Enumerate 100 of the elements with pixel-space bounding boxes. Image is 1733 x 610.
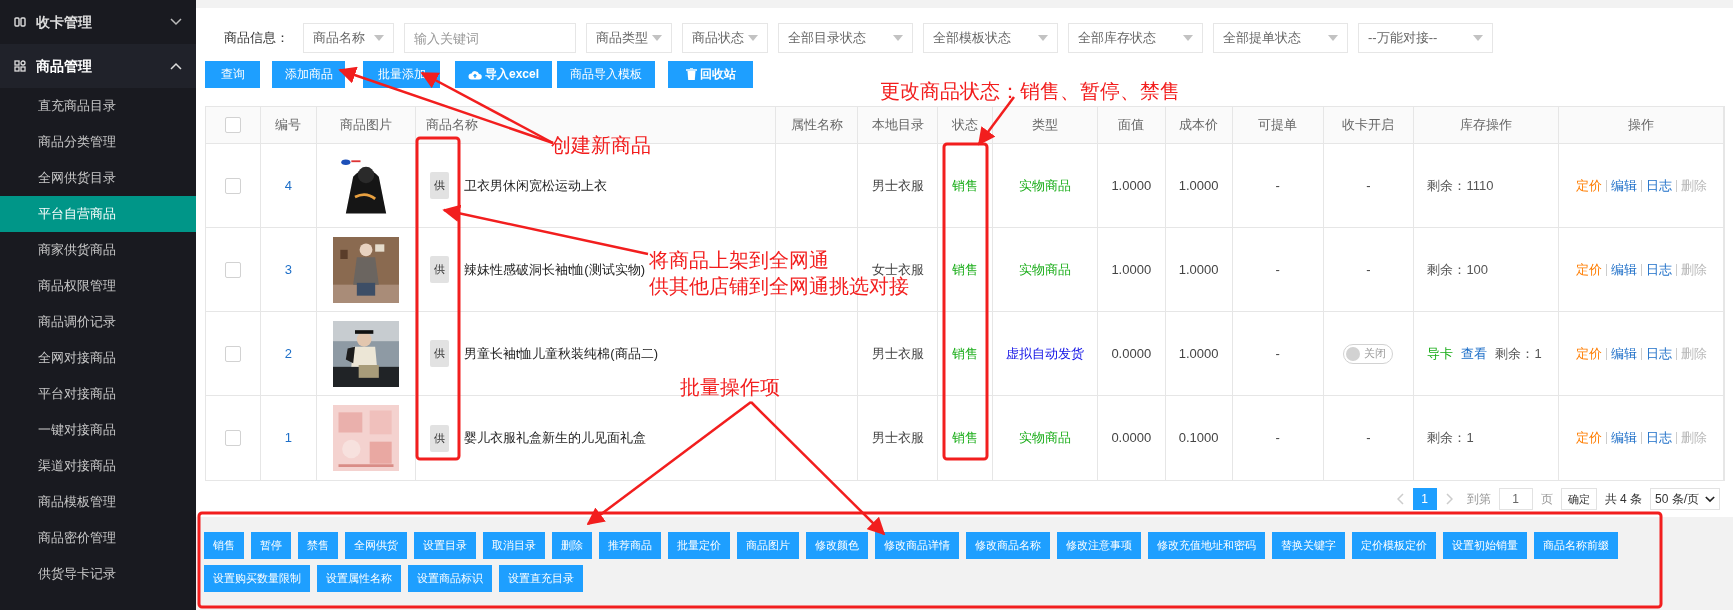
batch-button[interactable]: 修改商品名称 [966,532,1050,559]
action-link[interactable]: 删除 [1680,428,1707,448]
batch-button[interactable]: 暂停 [251,532,291,559]
select-field[interactable]: --万能对接-- [1358,23,1493,53]
batch-button[interactable]: 设置商品标识 [408,565,492,592]
batch-button[interactable]: 取消目录 [483,532,545,559]
stock-link[interactable]: 导卡 [1427,343,1454,364]
toolbar-button[interactable]: 回收站 [668,60,753,88]
batch-button[interactable]: 推荐商品 [599,532,661,559]
sidebar-item[interactable]: 商品权限管理 [0,268,196,304]
action-link[interactable]: 删除 [1680,175,1707,196]
sidebar-item[interactable]: 平台自营商品 [0,196,196,232]
select-field[interactable]: 商品状态 [682,23,768,53]
batch-button[interactable]: 禁售 [298,532,338,559]
batch-button[interactable]: 删除 [552,532,592,559]
batch-button[interactable]: 设置直充目录 [499,565,583,592]
trash-icon [685,68,697,80]
stock-text: 剩余：1110 [1427,176,1494,195]
sidebar-item[interactable]: 商品分类管理 [0,124,196,160]
select-field[interactable]: 商品名称 [303,23,394,53]
select-field[interactable]: 全部模板状态 [923,23,1058,53]
action-link[interactable]: 定价 [1575,428,1602,448]
batch-button[interactable]: 批量定价 [668,532,730,559]
toolbar-button[interactable]: 查询 [205,60,260,88]
type-text: 实物商品 [1018,260,1071,279]
sidebar-item[interactable]: 商家供货商品 [0,232,196,268]
sidebar-item[interactable]: 商品模板管理 [0,484,196,520]
column-header: 类型 [1031,116,1058,135]
checkbox[interactable] [224,117,241,133]
batch-button[interactable]: 商品图片 [737,532,799,559]
toolbar-button[interactable]: 导入excel [455,60,552,88]
batch-button[interactable]: 全网供货 [345,532,407,559]
batch-button[interactable]: 设置属性名称 [317,565,401,592]
supply-badge[interactable]: 供 [429,256,449,283]
batch-button[interactable]: 商品名称前缀 [1534,532,1618,559]
sidebar-item[interactable]: 供货导卡记录 [0,556,196,592]
stock-link[interactable]: 查看 [1461,343,1488,364]
search-field[interactable]: 输入关键词 [404,23,576,53]
select-field[interactable]: 全部库存状态 [1068,23,1203,53]
checkbox[interactable] [224,177,241,194]
status-text: 销售 [952,429,978,448]
toolbar-button[interactable]: 商品导入模板 [557,60,655,88]
sidebar-label: 收卡管理 [36,12,93,32]
card-icon [14,16,26,28]
batch-button[interactable]: 设置初始销量 [1443,532,1527,559]
caret-down-icon [374,35,384,41]
select-field[interactable]: 全部目录状态 [778,23,913,53]
batch-button[interactable]: 修改商品详情 [875,532,959,559]
sidebar-item[interactable]: 商品调价记录 [0,304,196,340]
page-input[interactable]: 1 [1498,488,1533,510]
sidebar-item[interactable]: 商品密价管理 [0,520,196,556]
action-link[interactable]: 删除 [1680,259,1707,280]
select-field[interactable]: 商品类型 [586,23,672,53]
sidebar-item[interactable]: 直充商品目录 [0,88,196,124]
sidebar-item[interactable]: 全网对接商品 [0,340,196,376]
next-page-icon[interactable] [1444,493,1453,505]
confirm-button[interactable]: 确定 [1560,488,1597,510]
toolbar-button[interactable]: 添加商品 [272,60,345,88]
page-number[interactable]: 1 [1412,488,1437,510]
action-link[interactable]: 日志 [1645,428,1672,448]
action-link[interactable]: 定价 [1575,259,1602,280]
batch-button[interactable]: 替换关键字 [1272,532,1345,559]
batch-button[interactable]: 设置目录 [414,532,476,559]
sidebar-item[interactable]: 渠道对接商品 [0,448,196,484]
sidebar-item[interactable]: 一键对接商品 [0,412,196,448]
checkbox[interactable] [224,261,241,278]
batch-button[interactable]: 修改充值地址和密码 [1148,532,1265,559]
sidebar-item[interactable]: 平台对接商品 [0,376,196,412]
sidebar-item[interactable]: 收卡管理 [0,0,196,44]
action-link[interactable]: 定价 [1575,175,1602,196]
action-link[interactable]: 编辑 [1610,428,1637,448]
batch-button[interactable]: 设置购买数量限制 [204,565,310,592]
supply-badge[interactable]: 供 [429,340,449,367]
type-text: 实物商品 [1018,429,1071,448]
action-link[interactable]: 定价 [1575,343,1602,364]
action-link[interactable]: 日志 [1645,343,1672,364]
batch-button[interactable]: 定价模板定价 [1352,532,1436,559]
checkbox[interactable] [224,430,241,446]
toggle-switch[interactable]: 关闭 [1343,343,1394,364]
action-link[interactable]: 删除 [1680,343,1707,364]
action-link[interactable]: 编辑 [1610,259,1637,280]
table-cell-text: 4 [284,176,292,195]
table-cell-text: - [1366,176,1371,195]
select-field[interactable]: 全部提单状态 [1213,23,1348,53]
action-link[interactable]: 日志 [1645,259,1672,280]
filter-label: 商品信息： [223,29,290,48]
table-cell-text: 0.1000 [1178,429,1219,448]
checkbox[interactable] [224,345,241,362]
supply-badge[interactable]: 供 [429,172,449,199]
sidebar-item[interactable]: 商品管理 [0,44,196,88]
page-size-select[interactable]: 50 条/页 [1650,488,1720,510]
prev-page-icon[interactable] [1396,493,1405,505]
batch-button[interactable]: 销售 [204,532,244,559]
action-link[interactable]: 编辑 [1610,343,1637,364]
batch-button[interactable]: 修改颜色 [806,532,868,559]
sidebar-item[interactable]: 全网供货目录 [0,160,196,196]
action-link[interactable]: 日志 [1645,175,1672,196]
supply-badge[interactable]: 供 [429,424,449,452]
batch-button[interactable]: 修改注意事项 [1057,532,1141,559]
action-link[interactable]: 编辑 [1610,175,1637,196]
